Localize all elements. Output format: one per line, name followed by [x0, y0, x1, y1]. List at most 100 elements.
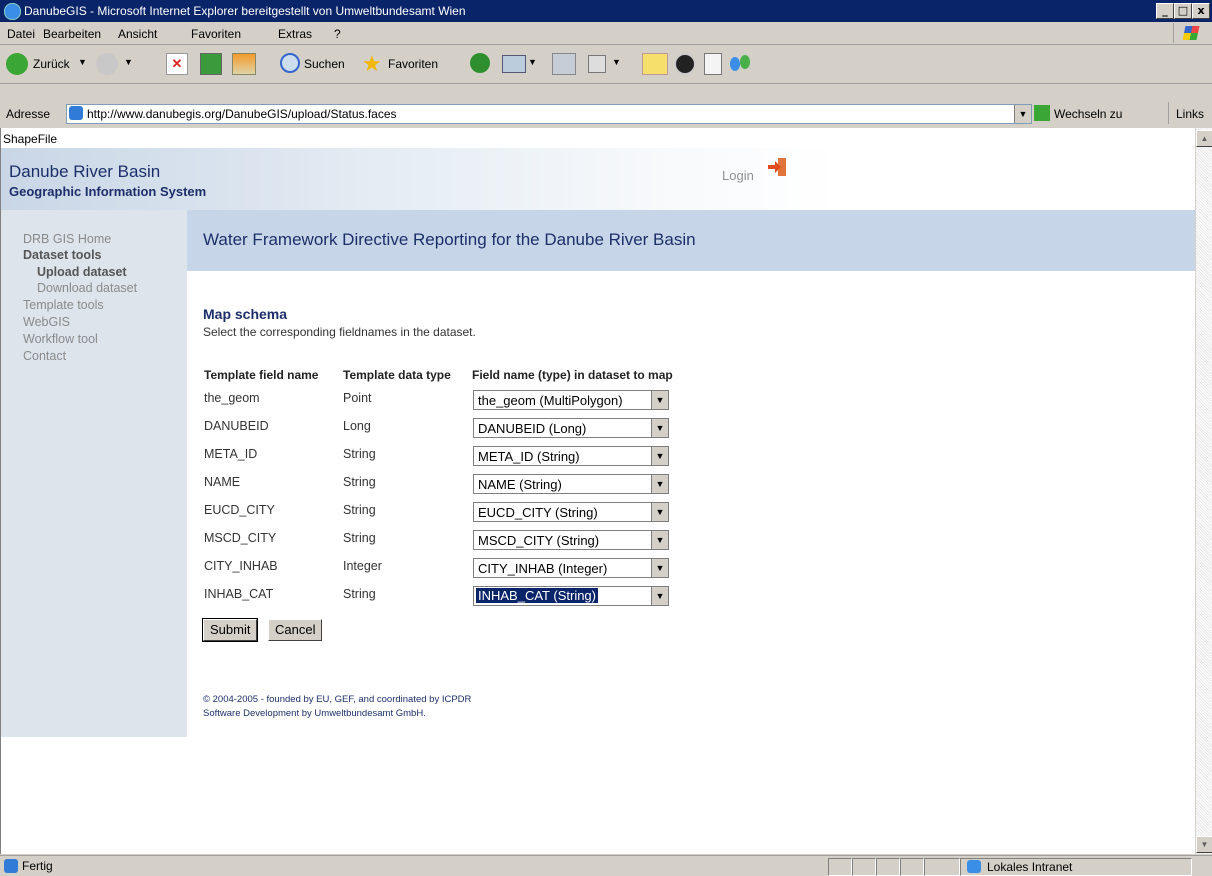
- close-button[interactable]: x: [1192, 3, 1210, 19]
- chevron-down-icon[interactable]: ▼: [651, 391, 668, 409]
- forward-arrow-icon: [96, 53, 118, 75]
- data-type-cell: String: [343, 531, 376, 545]
- field-mapping-select[interactable]: EUCD_CITY (String) ▼: [473, 502, 669, 522]
- field-mapping-select[interactable]: INHAB_CAT (String) ▼: [473, 586, 669, 606]
- selected-value: META_ID (String): [478, 449, 580, 464]
- data-type-cell: Long: [343, 419, 371, 433]
- sidebar-item-dataset-tools[interactable]: Dataset tools: [23, 248, 102, 262]
- menu-bearbeiten[interactable]: Bearbeiten: [43, 27, 101, 41]
- selected-value: NAME (String): [478, 477, 562, 492]
- refresh-icon[interactable]: [200, 53, 222, 75]
- notes-icon[interactable]: [642, 53, 668, 75]
- chevron-down-icon[interactable]: ▼: [651, 531, 668, 549]
- sidebar-item-download-dataset[interactable]: Download dataset: [37, 281, 137, 295]
- zone-panel: Lokales Intranet: [960, 858, 1192, 876]
- chevron-down-icon[interactable]: ▼: [651, 447, 668, 465]
- field-name-cell: EUCD_CITY: [204, 503, 275, 517]
- maximize-button[interactable]: □: [1174, 3, 1192, 19]
- field-mapping-select[interactable]: DANUBEID (Long) ▼: [473, 418, 669, 438]
- chevron-down-icon[interactable]: ▼: [651, 559, 668, 577]
- status-segment: [900, 858, 924, 876]
- data-type-cell: String: [343, 587, 376, 601]
- status-segment: [876, 858, 900, 876]
- people-icon[interactable]: [730, 53, 754, 73]
- selected-value: the_geom (MultiPolygon): [478, 393, 623, 408]
- chevron-down-icon[interactable]: ▼: [651, 587, 668, 605]
- sidebar-item-template-tools[interactable]: Template tools: [23, 298, 104, 312]
- chevron-down-icon[interactable]: ▼: [528, 57, 537, 67]
- window-title: DanubeGIS - Microsoft Internet Explorer …: [24, 4, 466, 18]
- status-text: Fertig: [22, 859, 53, 873]
- vertical-scrollbar[interactable]: ▲ ▼: [1195, 128, 1212, 854]
- selected-value: EUCD_CITY (String): [478, 505, 598, 520]
- login-link[interactable]: Login: [722, 168, 754, 183]
- chevron-down-icon[interactable]: ▼: [651, 475, 668, 493]
- field-name-cell: CITY_INHAB: [204, 559, 278, 573]
- chevron-down-icon[interactable]: ▼: [78, 57, 87, 67]
- site-banner: Danube River Basin Geographic Informatio…: [1, 148, 1196, 210]
- back-button[interactable]: Zurück ▼: [6, 53, 88, 77]
- column-header: Field name (type) in dataset to map: [472, 368, 673, 382]
- address-dropdown-icon[interactable]: ▼: [1014, 105, 1031, 123]
- go-button[interactable]: Wechseln zu: [1054, 107, 1122, 121]
- section-title: Map schema: [203, 306, 288, 322]
- field-name-cell: NAME: [204, 475, 241, 489]
- status-segment: [924, 858, 960, 876]
- menu-extras[interactable]: Extras: [278, 27, 312, 41]
- selected-value: INHAB_CAT (String): [476, 588, 598, 603]
- sidebar-item-upload-dataset[interactable]: Upload dataset: [37, 265, 127, 279]
- research-icon[interactable]: [704, 53, 722, 75]
- section-subtitle: Select the corresponding fieldnames in t…: [203, 325, 476, 339]
- menu-favoriten[interactable]: Favoriten: [191, 27, 241, 41]
- address-label: Adresse: [6, 107, 51, 121]
- edit-button[interactable]: ▼: [588, 53, 628, 77]
- windows-logo-icon: [1173, 23, 1208, 43]
- chevron-down-icon[interactable]: ▼: [651, 419, 668, 437]
- address-input[interactable]: http://www.danubegis.org/DanubeGIS/uploa…: [66, 104, 1032, 124]
- field-name-cell: DANUBEID: [204, 419, 269, 433]
- history-icon[interactable]: [470, 53, 490, 73]
- search-label: Suchen: [304, 57, 345, 71]
- menu-datei[interactable]: Datei: [7, 27, 35, 41]
- scroll-down-icon[interactable]: ▼: [1196, 836, 1212, 853]
- links-button[interactable]: Links: [1176, 107, 1204, 121]
- page-icon: [69, 106, 83, 120]
- chevron-down-icon[interactable]: ▼: [651, 503, 668, 521]
- sidebar-item-home[interactable]: DRB GIS Home: [23, 232, 111, 246]
- scroll-up-icon[interactable]: ▲: [1196, 130, 1212, 147]
- chevron-down-icon[interactable]: ▼: [612, 57, 621, 67]
- home-icon[interactable]: [232, 53, 256, 75]
- banner-title: Danube River Basin: [9, 162, 161, 181]
- menu-bar: Datei Bearbeiten Ansicht Favoriten Extra…: [0, 22, 1212, 45]
- login-icon[interactable]: [766, 156, 788, 178]
- data-type-cell: Integer: [343, 559, 382, 573]
- stop-icon[interactable]: ✕: [166, 53, 188, 75]
- page-heading-band: Water Framework Directive Reporting for …: [187, 210, 1196, 271]
- sidebar-item-workflow-tool[interactable]: Workflow tool: [23, 332, 98, 346]
- search-button[interactable]: Suchen: [280, 53, 350, 77]
- sidebar-item-webgis[interactable]: WebGIS: [23, 315, 70, 329]
- submit-button[interactable]: Submit: [201, 618, 259, 642]
- cancel-button[interactable]: Cancel: [268, 619, 323, 641]
- search-icon: [280, 53, 300, 73]
- data-type-cell: String: [343, 503, 376, 517]
- page-heading: Water Framework Directive Reporting for …: [203, 230, 696, 249]
- field-mapping-select[interactable]: the_geom (MultiPolygon) ▼: [473, 390, 669, 410]
- minimize-button[interactable]: _: [1156, 3, 1174, 19]
- field-mapping-select[interactable]: CITY_INHAB (Integer) ▼: [473, 558, 669, 578]
- footer-copyright: © 2004-2005 - founded by EU, GEF, and co…: [203, 694, 472, 705]
- forward-button[interactable]: ▼: [96, 53, 140, 77]
- menu-ansicht[interactable]: Ansicht: [118, 27, 157, 41]
- messenger-icon[interactable]: [674, 53, 696, 75]
- intranet-icon: [967, 860, 981, 873]
- menu-help[interactable]: ?: [334, 27, 341, 41]
- favorites-button[interactable]: ★ Favoriten: [362, 51, 454, 77]
- field-mapping-select[interactable]: NAME (String) ▼: [473, 474, 669, 494]
- field-mapping-select[interactable]: META_ID (String) ▼: [473, 446, 669, 466]
- chevron-down-icon[interactable]: ▼: [124, 57, 133, 67]
- print-icon[interactable]: [552, 53, 576, 75]
- sidebar-item-contact[interactable]: Contact: [23, 349, 66, 363]
- go-arrow-icon[interactable]: [1034, 105, 1050, 121]
- field-mapping-select[interactable]: MSCD_CITY (String) ▼: [473, 530, 669, 550]
- mail-button[interactable]: ▼: [502, 53, 542, 77]
